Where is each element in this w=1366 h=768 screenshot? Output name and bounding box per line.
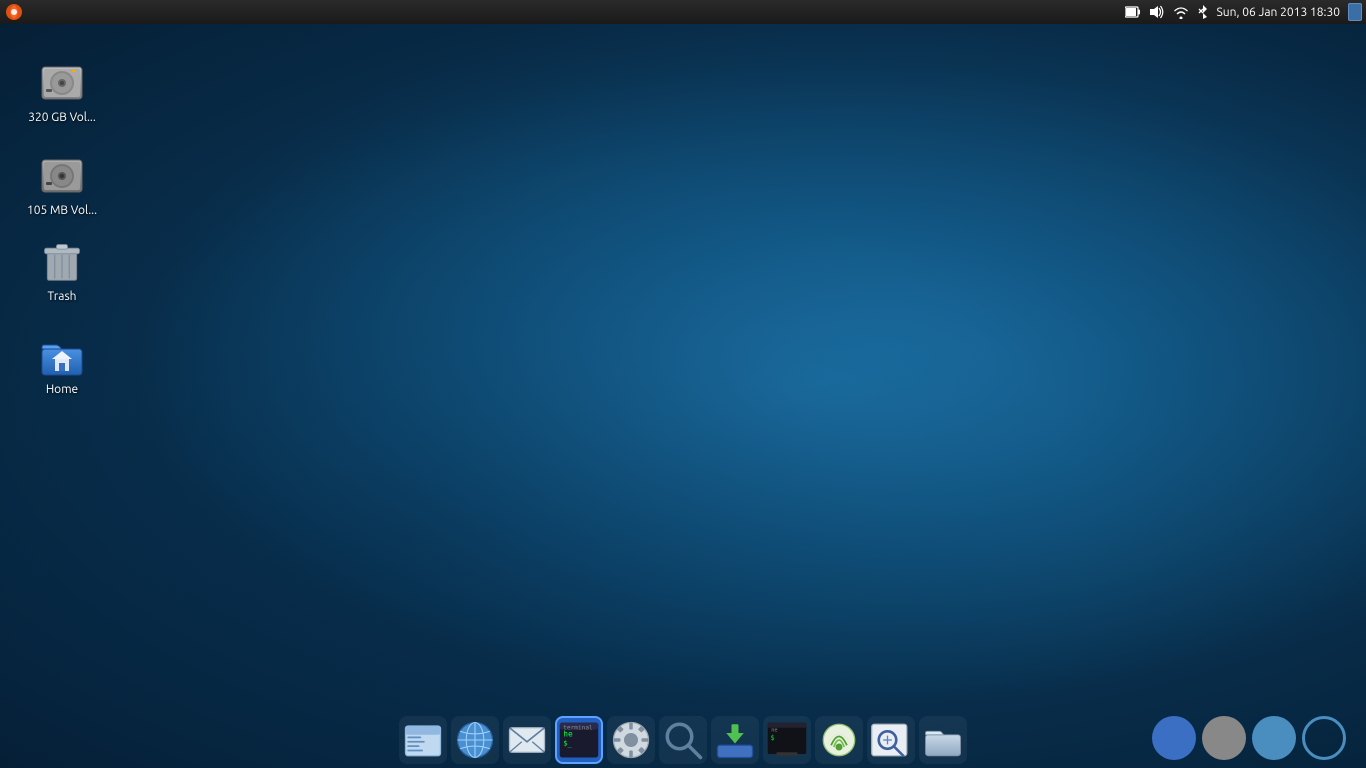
- desktop-background: [0, 0, 1366, 768]
- dock-folder[interactable]: [919, 716, 967, 764]
- volume-icon[interactable]: [1149, 5, 1165, 19]
- wifi-icon[interactable]: [1173, 5, 1189, 19]
- desktop-icon-320gb[interactable]: 320 GB Vol...: [22, 55, 102, 129]
- icon-label-105mb: 105 MB Vol...: [27, 204, 97, 218]
- svg-text:$_: $_: [563, 739, 572, 747]
- dock-settings[interactable]: [607, 716, 655, 764]
- svg-text:$: $: [770, 734, 774, 742]
- dock-browser[interactable]: [451, 716, 499, 764]
- dock-mail[interactable]: [503, 716, 551, 764]
- icon-label-trash: Trash: [47, 290, 76, 304]
- icon-label-home: Home: [46, 383, 78, 397]
- dock-button-1[interactable]: [1152, 716, 1196, 760]
- dock-button-2[interactable]: [1202, 716, 1246, 760]
- dock-button-4[interactable]: [1302, 716, 1346, 760]
- datetime-label[interactable]: Sun, 06 Jan 2013 18:30: [1217, 6, 1341, 19]
- trash-icon: [38, 238, 86, 286]
- dock-search[interactable]: [659, 716, 707, 764]
- battery-icon: [1125, 6, 1141, 18]
- desktop-icon-home[interactable]: Home: [22, 327, 102, 401]
- harddisk-icon: [38, 59, 86, 107]
- panel-right: Sun, 06 Jan 2013 18:30: [1125, 3, 1363, 21]
- dock: he $_ terminal: [399, 716, 967, 764]
- svg-text:ne: ne: [771, 727, 777, 733]
- dock-magnifier[interactable]: [867, 716, 915, 764]
- icon-label-320gb: 320 GB Vol...: [28, 111, 96, 125]
- desktop-icon-trash[interactable]: Trash: [22, 234, 102, 308]
- dock-terminal[interactable]: he $_ terminal: [555, 716, 603, 764]
- svg-text:terminal: terminal: [563, 725, 593, 732]
- dock-filemanager[interactable]: [399, 716, 447, 764]
- dock-audio[interactable]: [815, 716, 863, 764]
- harddisk-small-icon: [38, 152, 86, 200]
- home-icon: [38, 331, 86, 379]
- dock-button-3[interactable]: [1252, 716, 1296, 760]
- dock-installer[interactable]: [711, 716, 759, 764]
- panel-button[interactable]: [1348, 3, 1362, 21]
- dock-monitor[interactable]: ne $: [763, 716, 811, 764]
- os-logo-icon[interactable]: [4, 2, 24, 22]
- bluetooth-icon[interactable]: [1197, 4, 1209, 20]
- panel-left: [4, 2, 24, 22]
- top-panel: Sun, 06 Jan 2013 18:30: [0, 0, 1366, 24]
- desktop-icon-105mb[interactable]: 105 MB Vol...: [22, 148, 102, 222]
- dock-right-buttons: [1152, 716, 1346, 760]
